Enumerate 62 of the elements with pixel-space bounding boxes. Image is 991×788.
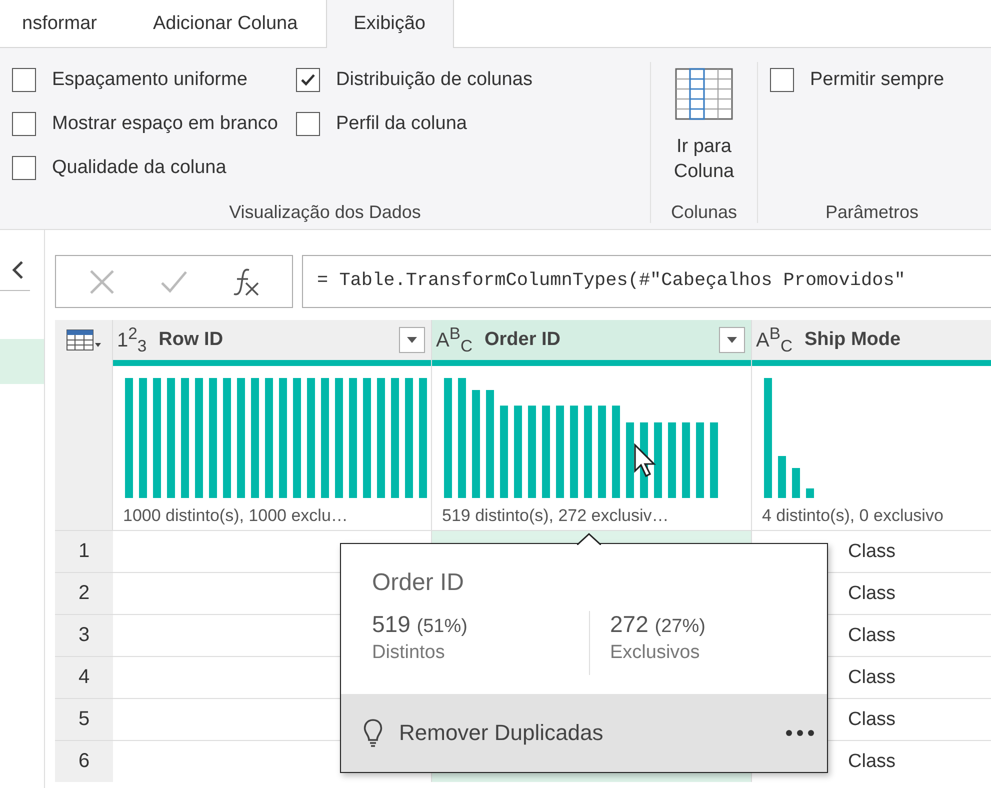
distribution-summary: 1000 distinto(s), 1000 exclu… <box>123 506 349 526</box>
ribbon-tab[interactable]: nsformar <box>0 0 125 47</box>
checkbox[interactable] <box>296 112 320 136</box>
collapse-chevron-icon[interactable] <box>12 260 24 280</box>
distribution-summary: 4 distinto(s), 0 exclusivo <box>762 506 944 526</box>
group-label: Visualização dos Dados <box>228 202 422 223</box>
column-name: Row ID <box>158 329 224 351</box>
checkbox[interactable] <box>296 68 320 92</box>
checkbox-option[interactable]: Espaçamento uniforme <box>12 66 278 93</box>
table-grid-icon <box>675 68 733 120</box>
stat-label: Exclusivos <box>610 642 701 664</box>
row-number: 2 <box>55 572 113 614</box>
row-number: 6 <box>55 740 113 782</box>
group-label: Colunas <box>670 202 738 223</box>
table-cell: Class <box>848 750 896 772</box>
column-header[interactable]: 1$^{2}$$_{3}$ Row ID <box>113 320 432 360</box>
distribution-bar <box>792 468 800 498</box>
row-number: 3 <box>55 614 113 656</box>
table-cell: Class <box>848 582 896 604</box>
stat-value: 519 <box>372 611 410 637</box>
distribution-bar <box>806 488 814 498</box>
popup-title: Order ID <box>372 569 464 597</box>
group-label: Parâmetros <box>824 202 920 223</box>
checkbox-option[interactable]: Distribuição de colunas <box>296 66 532 93</box>
ribbon-tab[interactable]: Exibição <box>326 0 454 48</box>
checkbox-option[interactable]: Mostrar espaço em branco <box>12 110 278 137</box>
remove-duplicates-link[interactable]: Remover Duplicadas <box>399 720 769 746</box>
stat-label: Distintos <box>372 642 446 664</box>
column-name: Order ID <box>484 329 562 351</box>
checkbox-option[interactable]: Permitir sempre <box>770 66 944 93</box>
filter-dropdown-icon[interactable] <box>399 327 425 353</box>
ribbon-tab[interactable]: Adicionar Coluna <box>124 0 326 47</box>
formula-field[interactable]: = Table.TransformColumnTypes(#"Cabeçalhos Promovidos" <box>302 255 991 308</box>
distribution-bar <box>778 456 786 498</box>
row-number: 1 <box>55 530 113 572</box>
function-icon[interactable] <box>232 266 260 296</box>
table-menu-icon[interactable] <box>66 329 102 351</box>
table-cell: Class <box>848 624 896 646</box>
checkbox[interactable] <box>12 156 36 180</box>
checkbox-option[interactable]: Qualidade da coluna <box>12 154 278 181</box>
stat-percent: (27%) <box>654 616 706 637</box>
column-name: Ship Mode <box>804 329 902 351</box>
table-cell: Class <box>848 540 896 562</box>
stat-percent: (51%) <box>416 616 468 637</box>
table-cell: Class <box>848 708 896 730</box>
checkbox-option[interactable]: Perfil da coluna <box>296 110 532 137</box>
checkmark-icon <box>300 72 316 88</box>
row-number: 5 <box>55 698 113 740</box>
checkbox[interactable] <box>12 112 36 136</box>
mouse-pointer-icon <box>633 443 657 479</box>
table-cell: Class <box>848 666 896 688</box>
go-to-column-button[interactable]: Ir para Coluna <box>664 62 744 202</box>
stat-value: 272 <box>610 611 648 637</box>
column-header[interactable]: A$^{B}$$_{C}$ Ship Mode <box>752 320 991 360</box>
column-header[interactable]: A$^{B}$$_{C}$ Order ID <box>432 320 752 360</box>
filter-dropdown-icon[interactable] <box>719 327 745 353</box>
row-number: 4 <box>55 656 113 698</box>
lightbulb-icon <box>363 718 383 748</box>
checkbox[interactable] <box>12 68 36 92</box>
distribution-summary: 519 distinto(s), 272 exclusiv… <box>442 506 670 526</box>
checkbox[interactable] <box>770 68 794 92</box>
more-icon[interactable] <box>785 729 815 737</box>
